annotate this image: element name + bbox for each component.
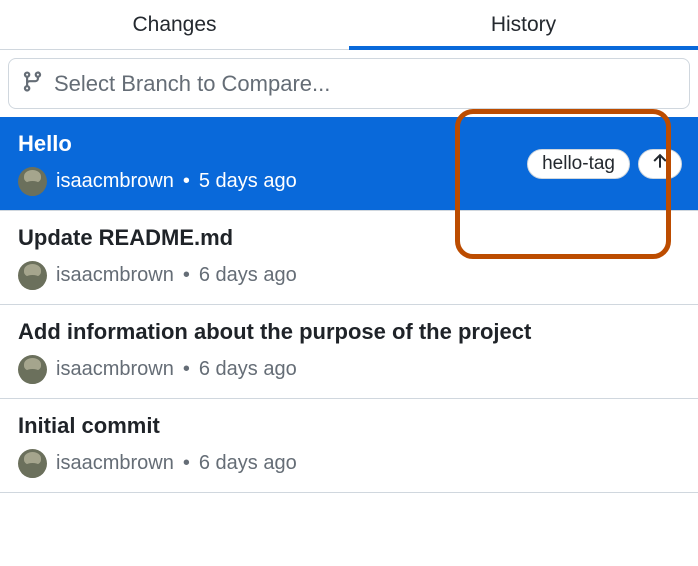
commit-meta: isaacmbrown • 6 days ago <box>18 261 297 290</box>
avatar <box>18 449 47 478</box>
unpushed-indicator[interactable] <box>638 149 682 179</box>
commit-author: isaacmbrown <box>56 170 174 193</box>
tab-changes[interactable]: Changes <box>0 0 349 49</box>
git-branch-icon <box>21 70 44 98</box>
commit-title: Add information about the purpose of the… <box>18 319 531 345</box>
tag-badge[interactable]: hello-tag <box>527 149 630 179</box>
commit-item[interactable]: Initial commit isaacmbrown • 6 days ago <box>0 399 698 493</box>
tabs-bar: Changes History <box>0 0 698 50</box>
avatar <box>18 355 47 384</box>
branch-selector-wrap: Select Branch to Compare... <box>0 50 698 117</box>
commit-list: Hello isaacmbrown • 5 days ago hello-tag… <box>0 117 698 493</box>
commit-time: 6 days ago <box>199 264 297 287</box>
commit-item[interactable]: Hello isaacmbrown • 5 days ago hello-tag <box>0 117 698 211</box>
branch-compare-selector[interactable]: Select Branch to Compare... <box>8 58 690 109</box>
commit-author: isaacmbrown <box>56 358 174 381</box>
tab-history[interactable]: History <box>349 0 698 49</box>
commit-time: 6 days ago <box>199 452 297 475</box>
commit-time: 6 days ago <box>199 358 297 381</box>
avatar <box>18 261 47 290</box>
commit-badges: hello-tag <box>527 149 682 179</box>
commit-author: isaacmbrown <box>56 264 174 287</box>
commit-meta: isaacmbrown • 6 days ago <box>18 355 531 384</box>
branch-compare-placeholder: Select Branch to Compare... <box>54 71 330 97</box>
commit-title: Hello <box>18 131 297 157</box>
commit-time: 5 days ago <box>199 170 297 193</box>
commit-meta: isaacmbrown • 5 days ago <box>18 167 297 196</box>
separator: • <box>183 264 190 287</box>
avatar <box>18 167 47 196</box>
commit-meta: isaacmbrown • 6 days ago <box>18 449 297 478</box>
separator: • <box>183 452 190 475</box>
separator: • <box>183 170 190 193</box>
arrow-up-icon <box>650 151 670 176</box>
commit-title: Initial commit <box>18 413 297 439</box>
commit-item[interactable]: Add information about the purpose of the… <box>0 305 698 399</box>
commit-author: isaacmbrown <box>56 452 174 475</box>
commit-item[interactable]: Update README.md isaacmbrown • 6 days ag… <box>0 211 698 305</box>
commit-title: Update README.md <box>18 225 297 251</box>
separator: • <box>183 358 190 381</box>
